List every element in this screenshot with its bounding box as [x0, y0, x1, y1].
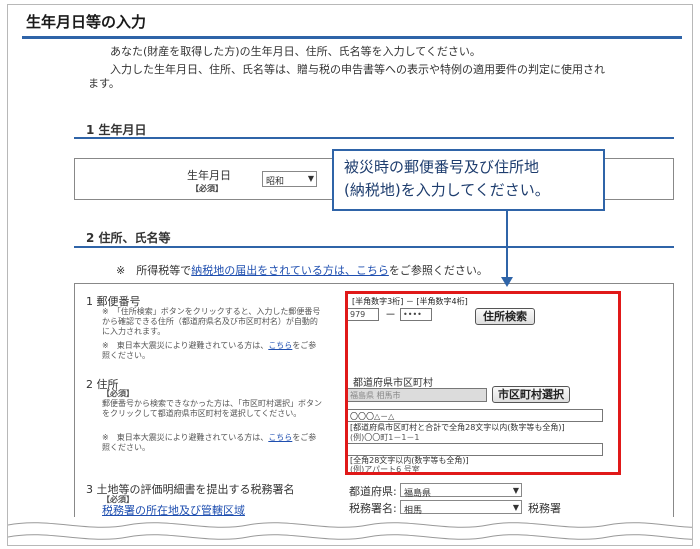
callout-box: 被災時の郵便番号及び住所地 (納税地)を入力してください。 [332, 149, 605, 211]
office-select-value: 相馬 [404, 506, 423, 516]
intro-line-2: 入力した生年月日、住所、氏名等は、贈与税の申告書等への表示や特例の適用要件の判定… [88, 63, 605, 90]
chevron-down-icon: ▼ [512, 503, 519, 512]
tax-notice-link[interactable]: 納税地の届出をされている方は、こちら [191, 264, 389, 277]
postal-help: ※ 「住所検索」ボタンをクリックすると、入力した郵便番号から確認できる住所（都道… [102, 307, 321, 336]
torn-edge-decoration [8, 517, 692, 545]
chevron-down-icon: ▼ [512, 486, 519, 495]
section-2-heading: 2 住所、氏名等 [86, 231, 171, 245]
callout-arrow-head [501, 277, 513, 287]
intro-line-1: あなた(財産を取得した方)の生年月日、住所、氏名等を入力してください。 [110, 45, 481, 58]
address-note-link[interactable]: こちら [268, 433, 292, 442]
tax-notice-suffix: をご参照ください。 [388, 264, 488, 277]
pref-select-value: 福島県 [404, 489, 432, 499]
section-2-divider [74, 246, 674, 248]
postal-note-prefix: ※ 東日本大震災により避難されている方は、 [102, 341, 269, 350]
address-note: ※ 東日本大震災により避難されている方は、こちらをご参照ください。 [102, 433, 322, 453]
office-select-label: 税務署名: [349, 502, 397, 515]
pref-select-label: 都道府県: [349, 485, 397, 498]
birthdate-label: 生年月日 [187, 169, 231, 182]
office-suffix: 税務署 [528, 502, 561, 515]
page-title: 生年月日等の入力 [26, 13, 147, 31]
address-help: 郵便番号から検索できなかった方は、「市区町村選択」ボタンをクリックして都道府県市… [102, 399, 322, 418]
postal-note-link[interactable]: こちら [268, 341, 292, 350]
era-select-value: 昭和 [266, 177, 285, 187]
intro-text: あなた(財産を取得した方)の生年月日、住所、氏名等を入力してください。 入力した… [88, 45, 608, 95]
section-1-divider [74, 137, 674, 139]
birthdate-required-tag: 【必須】 [191, 184, 223, 193]
tax-office-link[interactable]: 税務署の所在地及び管轄区域 [102, 502, 245, 518]
section-1-heading: 1 生年月日 [86, 123, 147, 137]
title-divider [22, 36, 682, 39]
tax-notice-prefix: ※ 所得税等で [116, 264, 192, 277]
pref-select[interactable]: 福島県 ▼ [400, 483, 522, 499]
callout-line-2: (納税地)を入力してください。 [344, 181, 550, 199]
chevron-down-icon: ▼ [307, 174, 314, 183]
address-required-tag: 【必須】 [102, 389, 134, 398]
callout-line-1: 被災時の郵便番号及び住所地 [344, 158, 540, 176]
office-select[interactable]: 相馬 ▼ [400, 500, 522, 516]
address-note-prefix: ※ 東日本大震災により避難されている方は、 [102, 433, 269, 442]
page-frame: 生年月日等の入力 あなた(財産を取得した方)の生年月日、住所、氏名等を入力してく… [7, 4, 693, 546]
era-select[interactable]: 昭和 ▼ [262, 171, 317, 187]
tax-notice: ※ 所得税等で納税地の届出をされている方は、こちらをご参照ください。 [116, 262, 488, 278]
highlight-box [345, 291, 621, 475]
postal-note: ※ 東日本大震災により避難されている方は、こちらをご参照ください。 [102, 341, 324, 361]
callout-arrow-line [506, 211, 508, 281]
